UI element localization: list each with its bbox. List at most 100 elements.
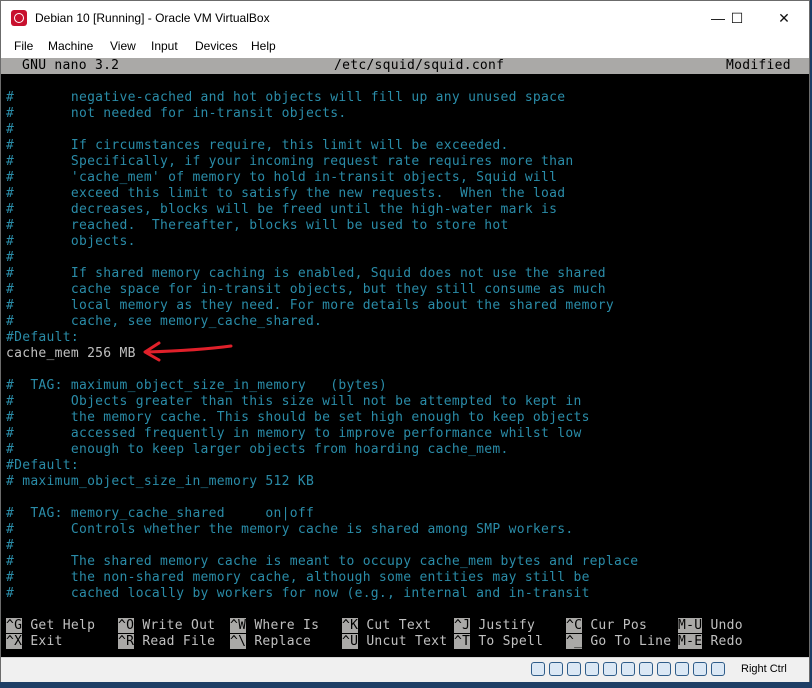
editor-line: # TAG: maximum_object_size_in_memory (by… xyxy=(6,378,388,393)
shortcut-key: ^O xyxy=(118,618,135,633)
nano-title-bar: GNU nano 3.2 /etc/squid/squid.conf Modif… xyxy=(1,58,809,74)
shortcut-item: ^K Cut Text xyxy=(342,618,431,634)
optical-drive-icon[interactable] xyxy=(549,662,563,676)
hard-disk-icon[interactable] xyxy=(531,662,545,676)
editor-line: # xyxy=(6,122,15,137)
editor-line: # the memory cache. This should be set h… xyxy=(6,410,590,425)
editor-line: # negative-cached and hot objects will f… xyxy=(6,90,566,105)
shortcut-label: Justify xyxy=(478,618,536,633)
usb-icon[interactable] xyxy=(603,662,617,676)
nano-version: GNU nano 3.2 xyxy=(22,58,120,73)
shortcut-label: Undo xyxy=(710,618,743,633)
editor-line: # cache, see memory_cache_shared. xyxy=(6,314,323,329)
menu-machine[interactable]: Machine xyxy=(48,39,93,53)
editor-line: # maximum_object_size_in_memory 512 KB xyxy=(6,474,315,489)
shortcut-key: ^J xyxy=(454,618,471,633)
shortcut-key: ^K xyxy=(342,618,359,633)
display-icon[interactable] xyxy=(639,662,653,676)
terminal-screen[interactable]: GNU nano 3.2 /etc/squid/squid.conf Modif… xyxy=(1,58,809,657)
shortcut-item: ^W Where Is xyxy=(230,618,319,634)
shortcut-item: ^_ Go To Line xyxy=(566,634,671,650)
shortcut-key: ^T xyxy=(454,634,471,649)
editor-line: # not needed for in-transit objects. xyxy=(6,106,347,121)
shortcut-label: Cut Text xyxy=(366,618,432,633)
host-key-label: Right Ctrl xyxy=(741,663,787,675)
menu-file[interactable]: File xyxy=(14,39,33,53)
shortcut-key: ^_ xyxy=(566,634,583,649)
shortcut-label: Uncut Text xyxy=(366,634,448,649)
red-arrow-annotation xyxy=(143,341,233,362)
nano-shortcut-bar: ^G Get Help ^X Exit ^O Write Out ^R Read Fi… xyxy=(1,618,809,650)
video-capture-icon[interactable] xyxy=(657,662,671,676)
shortcut-label: Write Out xyxy=(142,618,216,633)
shared-folder-icon[interactable] xyxy=(621,662,635,676)
maximize-button[interactable]: ☐ xyxy=(714,1,760,36)
shortcut-key: M-U xyxy=(678,618,703,633)
shortcut-item: M-U Undo xyxy=(678,618,743,634)
editor-line: # The shared memory cache is meant to oc… xyxy=(6,554,639,569)
shortcut-label: Go To Line xyxy=(590,634,672,649)
editor-line: # accessed frequently in memory to impro… xyxy=(6,426,582,441)
nano-modified-status: Modified xyxy=(726,58,791,73)
virtualbox-window: Debian 10 [Running] - Oracle VM VirtualB… xyxy=(0,0,810,682)
audio-icon[interactable] xyxy=(567,662,581,676)
menu-view[interactable]: View xyxy=(110,39,136,53)
editor-line: # cached locally by workers for now (e.g… xyxy=(6,586,590,601)
shortcut-key: ^W xyxy=(230,618,247,633)
editor-line: # exceed this limit to satisfy the new r… xyxy=(6,186,566,201)
editor-line: cache_mem 256 MB xyxy=(6,346,136,361)
keyboard-capture-icon[interactable] xyxy=(711,662,725,676)
shortcut-item: ^\ Replace xyxy=(230,634,311,650)
shortcut-key: ^\ xyxy=(230,634,247,649)
shortcut-label: Get Help xyxy=(30,618,96,633)
shortcut-key: ^U xyxy=(342,634,359,649)
shortcut-item: ^G Get Help xyxy=(6,618,95,634)
editor-line: # If circumstances require, this limit w… xyxy=(6,138,509,153)
window-title: Debian 10 [Running] - Oracle VM VirtualB… xyxy=(35,11,270,25)
shortcut-item: ^O Write Out xyxy=(118,618,215,634)
menu-devices[interactable]: Devices xyxy=(195,39,238,53)
menu-help[interactable]: Help xyxy=(251,39,276,53)
shortcut-label: To Spell xyxy=(478,634,544,649)
editor-line: # xyxy=(6,538,15,553)
menu-bar: File Machine View Input Devices Help xyxy=(1,36,809,58)
shortcut-item: ^R Read File xyxy=(118,634,215,650)
shortcut-key: ^X xyxy=(6,634,23,649)
editor-line: # enough to keep larger objects from hoa… xyxy=(6,442,509,457)
vm-status-bar: Right Ctrl xyxy=(1,657,809,682)
editor-line: # cache space for in-transit objects, bu… xyxy=(6,282,606,297)
editor-line: # 'cache_mem' of memory to hold in-trans… xyxy=(6,170,558,185)
shortcut-key: ^G xyxy=(6,618,23,633)
editor-line: # Controls whether the memory cache is s… xyxy=(6,522,574,537)
editor-line: # decreases, blocks will be freed until … xyxy=(6,202,558,217)
shortcut-item: M-E Redo xyxy=(678,634,743,650)
shortcut-key: ^R xyxy=(118,634,135,649)
editor-line: #Default: xyxy=(6,330,79,345)
menu-input[interactable]: Input xyxy=(151,39,178,53)
shortcut-key: M-E xyxy=(678,634,703,649)
editor-line: # the non-shared memory cache, although … xyxy=(6,570,590,585)
desktop-taskbar-edge xyxy=(0,682,812,688)
shortcut-item: ^U Uncut Text xyxy=(342,634,447,650)
shortcut-item: ^X Exit xyxy=(6,634,63,650)
shortcut-label: Where Is xyxy=(254,618,320,633)
editor-line: # objects. xyxy=(6,234,136,249)
shortcut-label: Exit xyxy=(30,634,63,649)
shortcut-key: ^C xyxy=(566,618,583,633)
virtualbox-app-icon xyxy=(11,10,27,26)
nano-filename: /etc/squid/squid.conf xyxy=(334,58,505,73)
shortcut-label: Replace xyxy=(254,634,312,649)
close-button[interactable]: ✕ xyxy=(761,1,807,36)
mouse-integration-icon[interactable] xyxy=(693,662,707,676)
editor-line: # local memory as they need. For more de… xyxy=(6,298,614,313)
shortcut-item: ^J Justify xyxy=(454,618,535,634)
cpu-icon[interactable] xyxy=(675,662,689,676)
editor-line: # xyxy=(6,250,15,265)
shortcut-label: Redo xyxy=(710,634,743,649)
editor-line: # TAG: memory_cache_shared on|off xyxy=(6,506,315,521)
editor-line: # Objects greater than this size will no… xyxy=(6,394,582,409)
editor-line: #Default: xyxy=(6,458,79,473)
editor-line: # Specifically, if your incoming request… xyxy=(6,154,574,169)
network-icon[interactable] xyxy=(585,662,599,676)
title-bar[interactable]: Debian 10 [Running] - Oracle VM VirtualB… xyxy=(1,1,809,36)
